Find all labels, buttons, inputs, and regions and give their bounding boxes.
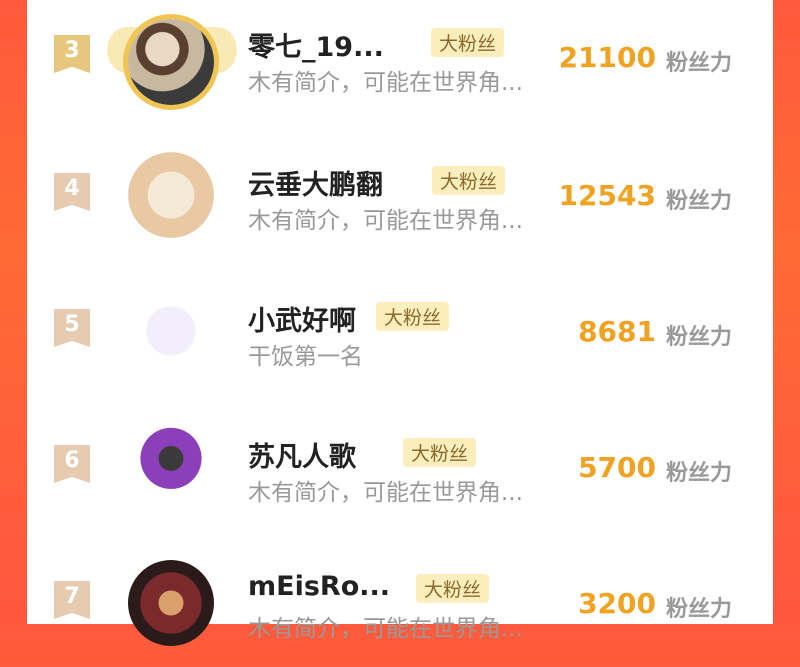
user-description: 木有简介，可能在世界角... <box>248 480 523 506</box>
rank-badge: 4 <box>54 173 90 211</box>
avatar[interactable] <box>128 424 214 510</box>
user-description: 木有简介，可能在世界角... <box>248 70 523 96</box>
avatar[interactable] <box>128 19 214 105</box>
user-name[interactable]: mEisRo... <box>248 571 390 602</box>
rank-badge: 3 <box>54 35 90 73</box>
user-name[interactable]: 零七_19... <box>248 25 384 64</box>
fan-power-score: 12543 <box>558 179 656 212</box>
fan-power-unit: 粉丝力 <box>665 597 732 622</box>
fan-level-badge: 大粉丝 <box>416 574 490 603</box>
fan-power-score: 21100 <box>558 41 656 74</box>
avatar[interactable] <box>128 152 214 238</box>
ranking-row[interactable]: 4 云垂大鹏翻 大粉丝 木有简介，可能在世界角... 12543 粉丝力 <box>27 123 773 259</box>
user-description: 干饭第一名 <box>248 344 363 370</box>
rank-badge: 7 <box>54 581 90 619</box>
user-name[interactable]: 云垂大鹏翻 <box>248 163 383 202</box>
fan-power-score: 5700 <box>578 451 656 484</box>
avatar[interactable] <box>128 288 214 374</box>
user-name[interactable]: 苏凡人歌 <box>248 435 356 474</box>
user-name[interactable]: 小武好啊 <box>248 299 356 338</box>
fan-level-badge: 大粉丝 <box>403 438 477 467</box>
fan-power-unit: 粉丝力 <box>665 51 732 76</box>
fan-power-score: 8681 <box>578 315 656 348</box>
ranking-row[interactable]: 6 苏凡人歌 大粉丝 木有简介，可能在世界角... 5700 粉丝力 <box>27 395 773 531</box>
fan-power-unit: 粉丝力 <box>665 325 732 350</box>
avatar[interactable] <box>128 560 214 646</box>
rank-badge: 5 <box>54 309 90 347</box>
user-description: 木有简介，可能在世界角... <box>248 616 523 642</box>
fan-level-badge: 大粉丝 <box>432 166 506 195</box>
rank-badge: 6 <box>54 445 90 483</box>
fan-power-unit: 粉丝力 <box>665 461 732 486</box>
fan-power-score: 3200 <box>578 587 656 620</box>
fan-level-badge: 大粉丝 <box>376 302 450 331</box>
user-description: 木有简介，可能在世界角... <box>248 208 523 234</box>
fan-power-unit: 粉丝力 <box>665 189 732 214</box>
fan-level-badge: 大粉丝 <box>431 28 505 57</box>
ranking-row[interactable]: 5 小武好啊 大粉丝 干饭第一名 8681 粉丝力 <box>27 259 773 395</box>
fan-ranking-panel: 3 零七_19... 大粉丝 木有简介，可能在世界角... 21100 粉丝力 … <box>27 0 773 646</box>
ranking-row[interactable]: 3 零七_19... 大粉丝 木有简介，可能在世界角... 21100 粉丝力 <box>27 0 773 123</box>
ranking-row[interactable]: 7 mEisRo... 大粉丝 木有简介，可能在世界角... 3200 粉丝力 <box>27 531 773 667</box>
